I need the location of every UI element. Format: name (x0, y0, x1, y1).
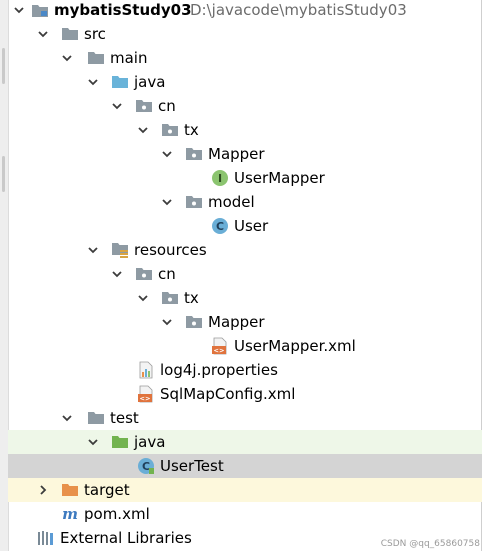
folder-icon (86, 406, 106, 430)
chevron-down-icon[interactable] (60, 46, 74, 70)
tree-item-label: cn (158, 265, 176, 283)
tree-row-sqlmapconfig-xml[interactable]: <> SqlMapConfig.xml (8, 382, 482, 406)
svg-text:<>: <> (214, 347, 225, 355)
project-folder-icon (30, 0, 50, 22)
java-class-icon: C (210, 214, 230, 238)
tree-row-target[interactable]: target (8, 478, 482, 502)
package-icon (184, 310, 204, 334)
tree-item-label: resources (134, 241, 207, 259)
chevron-down-icon[interactable] (36, 22, 50, 46)
tree-row-package-cn[interactable]: cn (8, 94, 482, 118)
tree-row-src[interactable]: src (8, 22, 482, 46)
tree-row-res-tx[interactable]: tx (8, 286, 482, 310)
package-icon (134, 262, 154, 286)
chevron-down-icon[interactable] (60, 406, 74, 430)
tree-row-package-tx[interactable]: tx (8, 118, 482, 142)
svg-text:I: I (218, 172, 222, 185)
chevron-down-icon[interactable] (86, 238, 100, 262)
package-icon (184, 142, 204, 166)
java-interface-icon: I (210, 166, 230, 190)
tree-item-label: main (110, 49, 148, 67)
tree-item-label: User (234, 217, 269, 235)
tree-row-resources[interactable]: resources (8, 238, 482, 262)
chevron-right-icon[interactable] (36, 478, 50, 502)
tree-item-label: SqlMapConfig.xml (160, 385, 296, 403)
tree-item-label: Mapper (208, 145, 265, 163)
chevron-down-icon[interactable] (136, 118, 150, 142)
package-icon (160, 286, 180, 310)
tree-row-pom-xml[interactable]: m pom.xml (8, 502, 482, 526)
chevron-down-icon[interactable] (86, 70, 100, 94)
chevron-down-icon[interactable] (160, 310, 174, 334)
test-source-folder-icon (110, 430, 130, 454)
folder-icon (60, 22, 80, 46)
resources-folder-icon (110, 238, 130, 262)
tree-item-label: test (110, 409, 139, 427)
xml-file-icon: <> (136, 382, 156, 406)
tree-item-label: tx (184, 289, 199, 307)
tree-item-label: UserMapper.xml (234, 337, 356, 355)
tree-row-user[interactable]: C User (8, 214, 482, 238)
tree-row-res-mapper[interactable]: Mapper (8, 310, 482, 334)
tree-item-label: UserMapper (234, 169, 325, 187)
tree-row-res-cn[interactable]: cn (8, 262, 482, 286)
tree-item-label: java (134, 73, 166, 91)
chevron-down-icon[interactable] (12, 0, 26, 22)
tree-item-label: External Libraries (60, 529, 192, 547)
tree-row-test[interactable]: test (8, 406, 482, 430)
tree-row-log4j-properties[interactable]: log4j.properties (8, 358, 482, 382)
tree-item-label: UserTest (160, 457, 224, 475)
svg-text:m: m (62, 505, 78, 523)
java-test-class-icon: C (136, 454, 156, 478)
tree-item-label: target (84, 481, 130, 499)
tree-row-usertest[interactable]: C UserTest (8, 454, 482, 478)
maven-pom-icon: m (60, 502, 80, 526)
tree-item-label: cn (158, 97, 176, 115)
watermark: CSDN @qq_65860758 (380, 539, 480, 549)
chevron-down-icon[interactable] (86, 430, 100, 454)
tree-item-label: java (134, 433, 166, 451)
chevron-down-icon[interactable] (160, 142, 174, 166)
project-name: mybatisStudy03 (54, 1, 192, 19)
svg-text:C: C (142, 460, 150, 473)
tree-row-java-test[interactable]: java (8, 430, 482, 454)
svg-text:<>: <> (140, 395, 151, 403)
tree-row-package-mapper[interactable]: Mapper (8, 142, 482, 166)
xml-file-icon: <> (210, 334, 230, 358)
tree-item-label: pom.xml (84, 505, 150, 523)
svg-text:C: C (216, 220, 224, 233)
tree-row-java-source[interactable]: java (8, 70, 482, 94)
tree-item-label: tx (184, 121, 199, 139)
package-icon (134, 94, 154, 118)
folder-icon (86, 46, 106, 70)
chevron-down-icon[interactable] (136, 286, 150, 310)
excluded-folder-icon (60, 478, 80, 502)
chevron-down-icon[interactable] (160, 190, 174, 214)
package-icon (160, 118, 180, 142)
chevron-down-icon[interactable] (110, 94, 124, 118)
tree-item-label: model (208, 193, 255, 211)
tree-item-label: src (84, 25, 106, 43)
project-path: D:\javacode\mybatisStudy03 (190, 1, 407, 19)
tree-row-project-root[interactable]: mybatisStudy03 D:\javacode\mybatisStudy0… (8, 0, 482, 22)
properties-file-icon (136, 358, 156, 382)
source-root-folder-icon (110, 70, 130, 94)
tree-row-main[interactable]: main (8, 46, 482, 70)
gutter-marker (2, 48, 5, 84)
tree-item-label: Mapper (208, 313, 265, 331)
tree-row-usermapper-xml[interactable]: <> UserMapper.xml (8, 334, 482, 358)
tree-row-package-model[interactable]: model (8, 190, 482, 214)
chevron-down-icon[interactable] (110, 262, 124, 286)
tree-row-usermapper[interactable]: I UserMapper (8, 166, 482, 190)
package-icon (184, 190, 204, 214)
tree-item-label: log4j.properties (160, 361, 278, 379)
external-libraries-icon (36, 526, 56, 550)
gutter-marker (2, 156, 5, 192)
